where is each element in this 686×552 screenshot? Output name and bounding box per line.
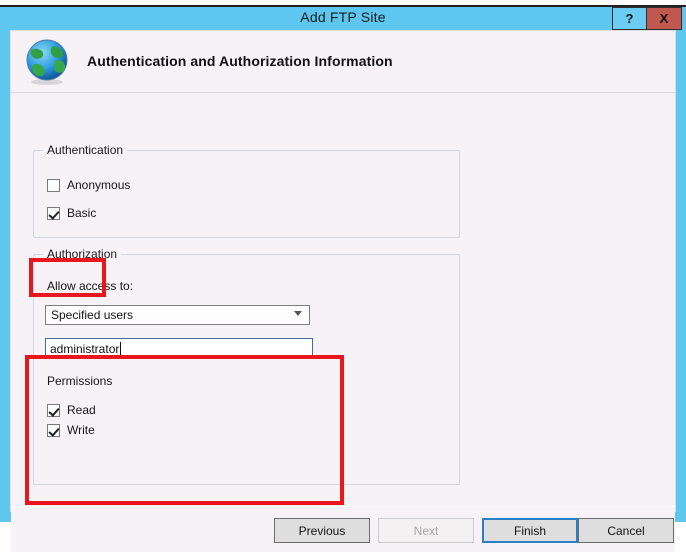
authentication-legend: Authentication: [43, 143, 128, 157]
help-button[interactable]: ?: [612, 7, 647, 30]
checkbox-anonymous-box[interactable]: [47, 178, 60, 192]
checkbox-read[interactable]: Read: [47, 403, 96, 417]
checkbox-write[interactable]: Write: [47, 423, 95, 437]
chevron-down-icon: [294, 311, 302, 316]
checkbox-basic-label: Basic: [67, 206, 97, 220]
authorization-legend: Authorization: [43, 247, 122, 261]
text-cursor: [120, 342, 122, 355]
dialog-footer: Previous Next Finish Cancel: [11, 507, 675, 552]
title-bar: Add FTP Site ? X: [0, 7, 686, 30]
checkbox-anonymous-label: Anonymous: [67, 178, 131, 192]
allow-access-label: Allow access to:: [47, 279, 134, 293]
dialog-content: Authentication Anonymous Basic Authoriza…: [11, 93, 675, 552]
checkbox-read-box[interactable]: [47, 403, 60, 417]
close-button[interactable]: X: [647, 7, 682, 30]
allow-access-dropdown[interactable]: Specified users: [45, 305, 310, 325]
allow-access-value: Specified users: [51, 308, 134, 322]
specified-users-input[interactable]: administrator: [45, 338, 313, 359]
checkbox-basic-box[interactable]: [47, 206, 60, 220]
dialog-header: Authentication and Authorization Informa…: [11, 31, 675, 93]
checkbox-write-label: Write: [67, 423, 95, 437]
window-title: Add FTP Site: [300, 9, 386, 25]
specified-users-value: administrator: [50, 341, 120, 356]
checkbox-read-label: Read: [67, 403, 96, 417]
authentication-group: Authentication: [33, 143, 460, 238]
screen: Add FTP Site ? X Authentication and Auth…: [0, 0, 686, 552]
checkbox-write-box[interactable]: [47, 423, 60, 437]
add-ftp-site-dialog: Add FTP Site ? X Authentication and Auth…: [0, 5, 686, 552]
checkbox-basic[interactable]: Basic: [47, 206, 96, 220]
window-buttons: ? X: [612, 7, 682, 30]
page-title: Authentication and Authorization Informa…: [87, 53, 393, 69]
globe-icon: [26, 39, 68, 85]
dialog-body: Authentication and Authorization Informa…: [10, 30, 676, 552]
permissions-label: Permissions: [47, 374, 113, 388]
checkbox-anonymous[interactable]: Anonymous: [47, 178, 130, 192]
